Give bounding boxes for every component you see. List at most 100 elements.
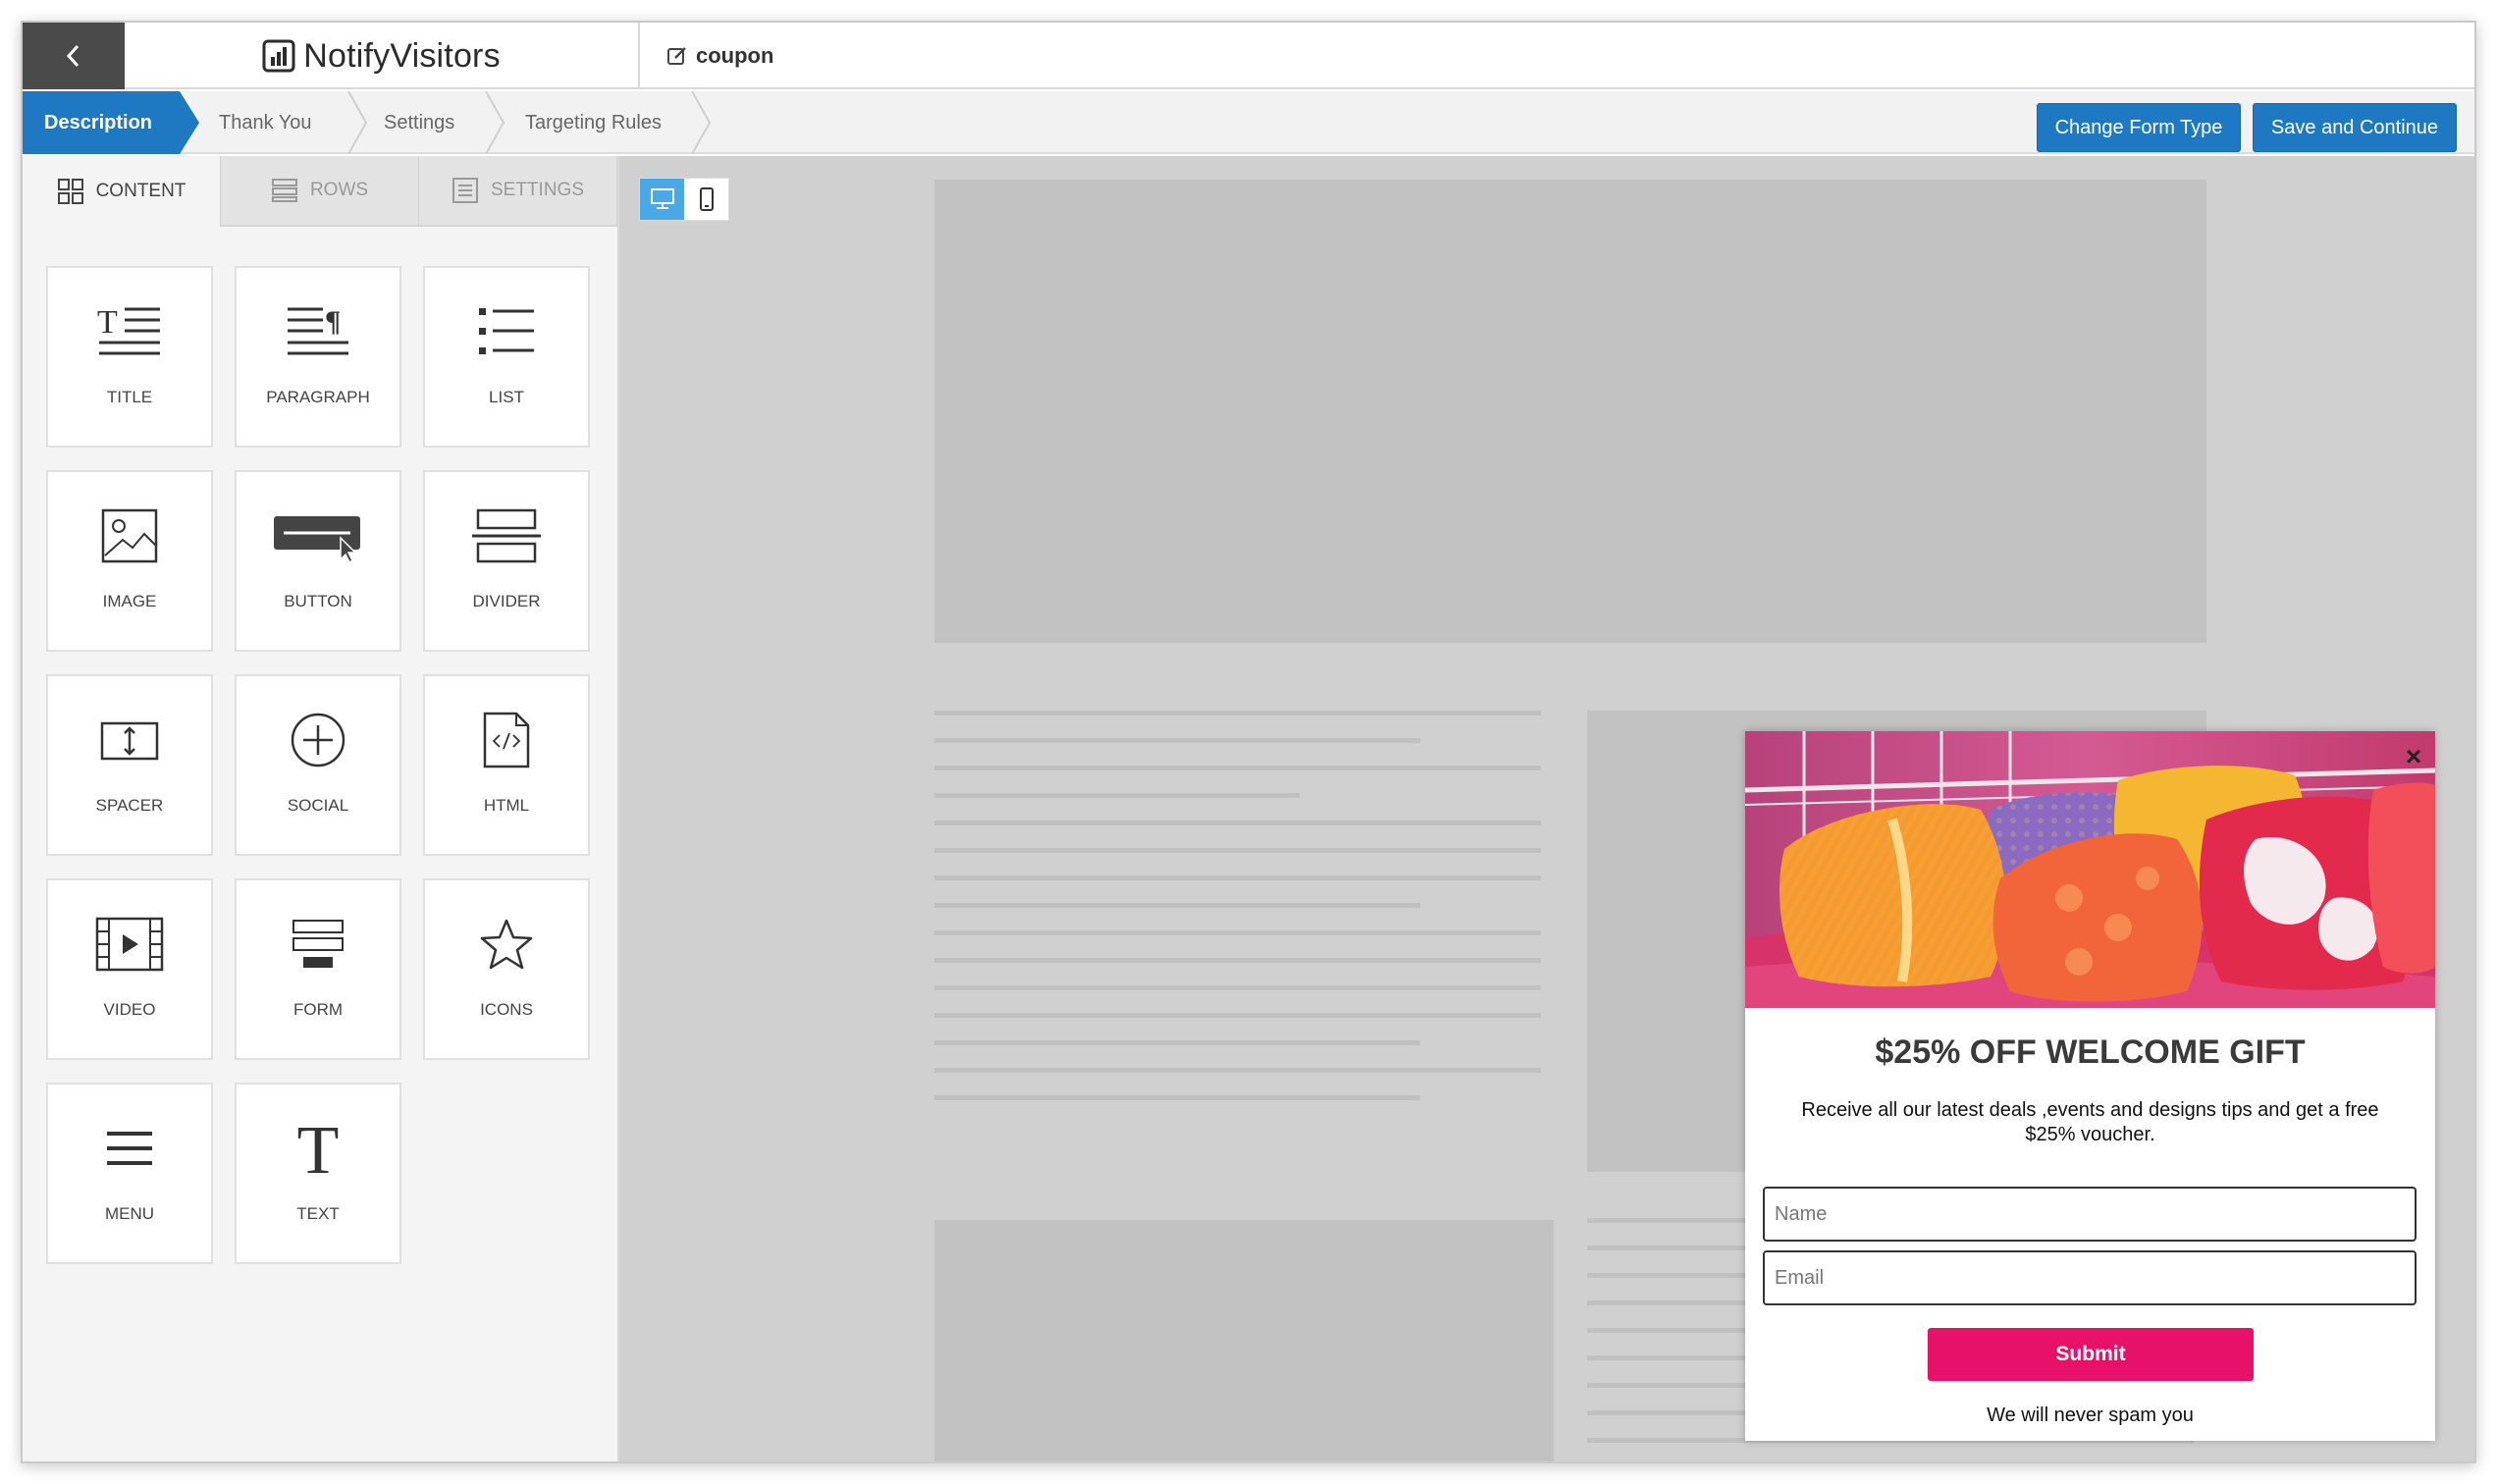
content-panel: CONTENT ROWS SETTINGS T TITLE ¶ PARAGRAP… <box>23 156 619 1461</box>
placeholder-text-line <box>934 1068 1541 1073</box>
no-spam-note: We will never spam you <box>1987 1404 2194 1426</box>
mobile-icon <box>699 187 714 211</box>
block-text[interactable]: T TEXT <box>235 1083 401 1264</box>
block-title[interactable]: T TITLE <box>46 266 213 448</box>
social-icon <box>291 713 345 768</box>
block-html[interactable]: HTML <box>423 674 590 856</box>
block-social[interactable]: SOCIAL <box>235 674 401 856</box>
placeholder-text-line <box>934 958 1541 963</box>
block-label: DIVIDER <box>472 592 541 610</box>
paragraph-icon: ¶ <box>288 305 348 355</box>
placeholder-text-line <box>934 738 1420 743</box>
block-menu[interactable]: MENU <box>46 1083 213 1264</box>
grid-icon <box>57 179 83 204</box>
tab-content[interactable]: CONTENT <box>23 156 221 227</box>
desktop-view-button[interactable] <box>640 179 684 220</box>
form-name[interactable]: coupon <box>696 43 773 69</box>
spacer-icon <box>100 721 159 761</box>
step-thank-you[interactable]: Thank You <box>219 91 312 154</box>
step-active-arrow <box>180 91 199 154</box>
block-paragraph[interactable]: ¶ PARAGRAPH <box>235 266 401 448</box>
divider-icon <box>472 508 541 563</box>
block-label: VIDEO <box>103 1000 156 1019</box>
app-window: NotifyVisitors coupon Description Thank … <box>21 21 2476 1463</box>
placeholder-text-line <box>934 821 1541 825</box>
close-icon[interactable]: × <box>2400 741 2427 771</box>
logo: NotifyVisitors <box>125 23 640 89</box>
block-divider[interactable]: DIVIDER <box>423 470 590 652</box>
button-icon <box>274 516 360 563</box>
change-form-type-button[interactable]: Change Form Type <box>2037 103 2241 152</box>
svg-text:¶: ¶ <box>325 305 341 338</box>
star-icon <box>480 919 533 970</box>
block-label: IMAGE <box>102 592 157 610</box>
placeholder-hero-block <box>934 180 2206 643</box>
block-label: PARAGRAPH <box>266 388 370 406</box>
video-icon <box>95 917 164 972</box>
submit-button[interactable]: Submit <box>1928 1328 2254 1381</box>
placeholder-text-line <box>934 1013 1541 1018</box>
block-image[interactable]: IMAGE <box>46 470 213 652</box>
svg-text:T: T <box>97 304 118 341</box>
placeholder-image-block <box>934 1220 1554 1461</box>
block-label: SPACER <box>95 796 164 815</box>
rows-icon <box>271 179 297 202</box>
block-spacer[interactable]: SPACER <box>46 674 213 856</box>
block-label: MENU <box>104 1204 155 1223</box>
mobile-view-button[interactable] <box>684 179 728 220</box>
pillows-image <box>1745 731 2435 1008</box>
step-description[interactable]: Description <box>23 91 180 154</box>
tab-label: SETTINGS <box>490 180 584 200</box>
desktop-icon <box>650 188 674 209</box>
tab-label: ROWS <box>309 180 369 200</box>
text-icon: T <box>297 1118 340 1179</box>
svg-text:T: T <box>297 1118 340 1179</box>
block-label: LIST <box>489 388 524 406</box>
block-icons[interactable]: ICONS <box>423 878 590 1060</box>
back-button[interactable] <box>23 23 125 89</box>
block-label: HTML <box>483 796 530 815</box>
placeholder-text-line <box>934 711 1541 716</box>
placeholder-text-line <box>934 848 1541 853</box>
block-button[interactable]: BUTTON <box>235 470 401 652</box>
block-label: BUTTON <box>284 592 352 610</box>
block-list[interactable]: LIST <box>423 266 590 448</box>
block-label: FORM <box>292 1000 344 1019</box>
block-label: TEXT <box>296 1204 340 1223</box>
block-label: SOCIAL <box>287 796 349 815</box>
block-form[interactable]: FORM <box>235 878 401 1060</box>
logo-chart-icon <box>262 39 295 73</box>
step-targeting-rules[interactable]: Targeting Rules <box>525 91 662 154</box>
tab-rows[interactable]: ROWS <box>221 156 419 227</box>
step-settings[interactable]: Settings <box>384 91 454 154</box>
email-field[interactable] <box>1763 1250 2417 1305</box>
edit-icon <box>667 47 686 65</box>
tab-label: CONTENT <box>95 181 186 201</box>
tab-settings[interactable]: SETTINGS <box>419 156 617 227</box>
placeholder-text-line <box>934 1095 1420 1100</box>
save-and-continue-button[interactable]: Save and Continue <box>2253 103 2457 152</box>
step-separator <box>691 91 712 154</box>
top-bar: NotifyVisitors coupon <box>23 23 2474 89</box>
block-video[interactable]: VIDEO <box>46 878 213 1060</box>
step-separator <box>347 91 368 154</box>
placeholder-text-line <box>934 985 1541 990</box>
form-name-area[interactable]: coupon <box>666 23 773 89</box>
panel-tabs: CONTENT ROWS SETTINGS <box>23 156 617 227</box>
device-toggle <box>639 178 729 221</box>
placeholder-text-line <box>934 875 1541 880</box>
name-field[interactable] <box>1763 1187 2417 1242</box>
popup-description: Receive all our latest deals ,events and… <box>1801 1099 2379 1145</box>
form-icon <box>292 920 344 968</box>
block-label: ICONS <box>480 1000 533 1019</box>
placeholder-text-line <box>934 1040 1420 1045</box>
menu-icon <box>107 1132 152 1165</box>
placeholder-text-line <box>934 793 1300 798</box>
popup-form-preview[interactable]: × $25% OFF WELCOME GIFT Receive all our … <box>1745 731 2435 1441</box>
popup-title: $25% OFF WELCOME GIFT <box>1875 1034 2306 1071</box>
title-icon: T <box>97 304 160 355</box>
placeholder-text-line <box>934 766 1541 770</box>
image-icon <box>101 508 158 563</box>
step-separator <box>485 91 505 154</box>
placeholder-text-line <box>934 930 1541 935</box>
